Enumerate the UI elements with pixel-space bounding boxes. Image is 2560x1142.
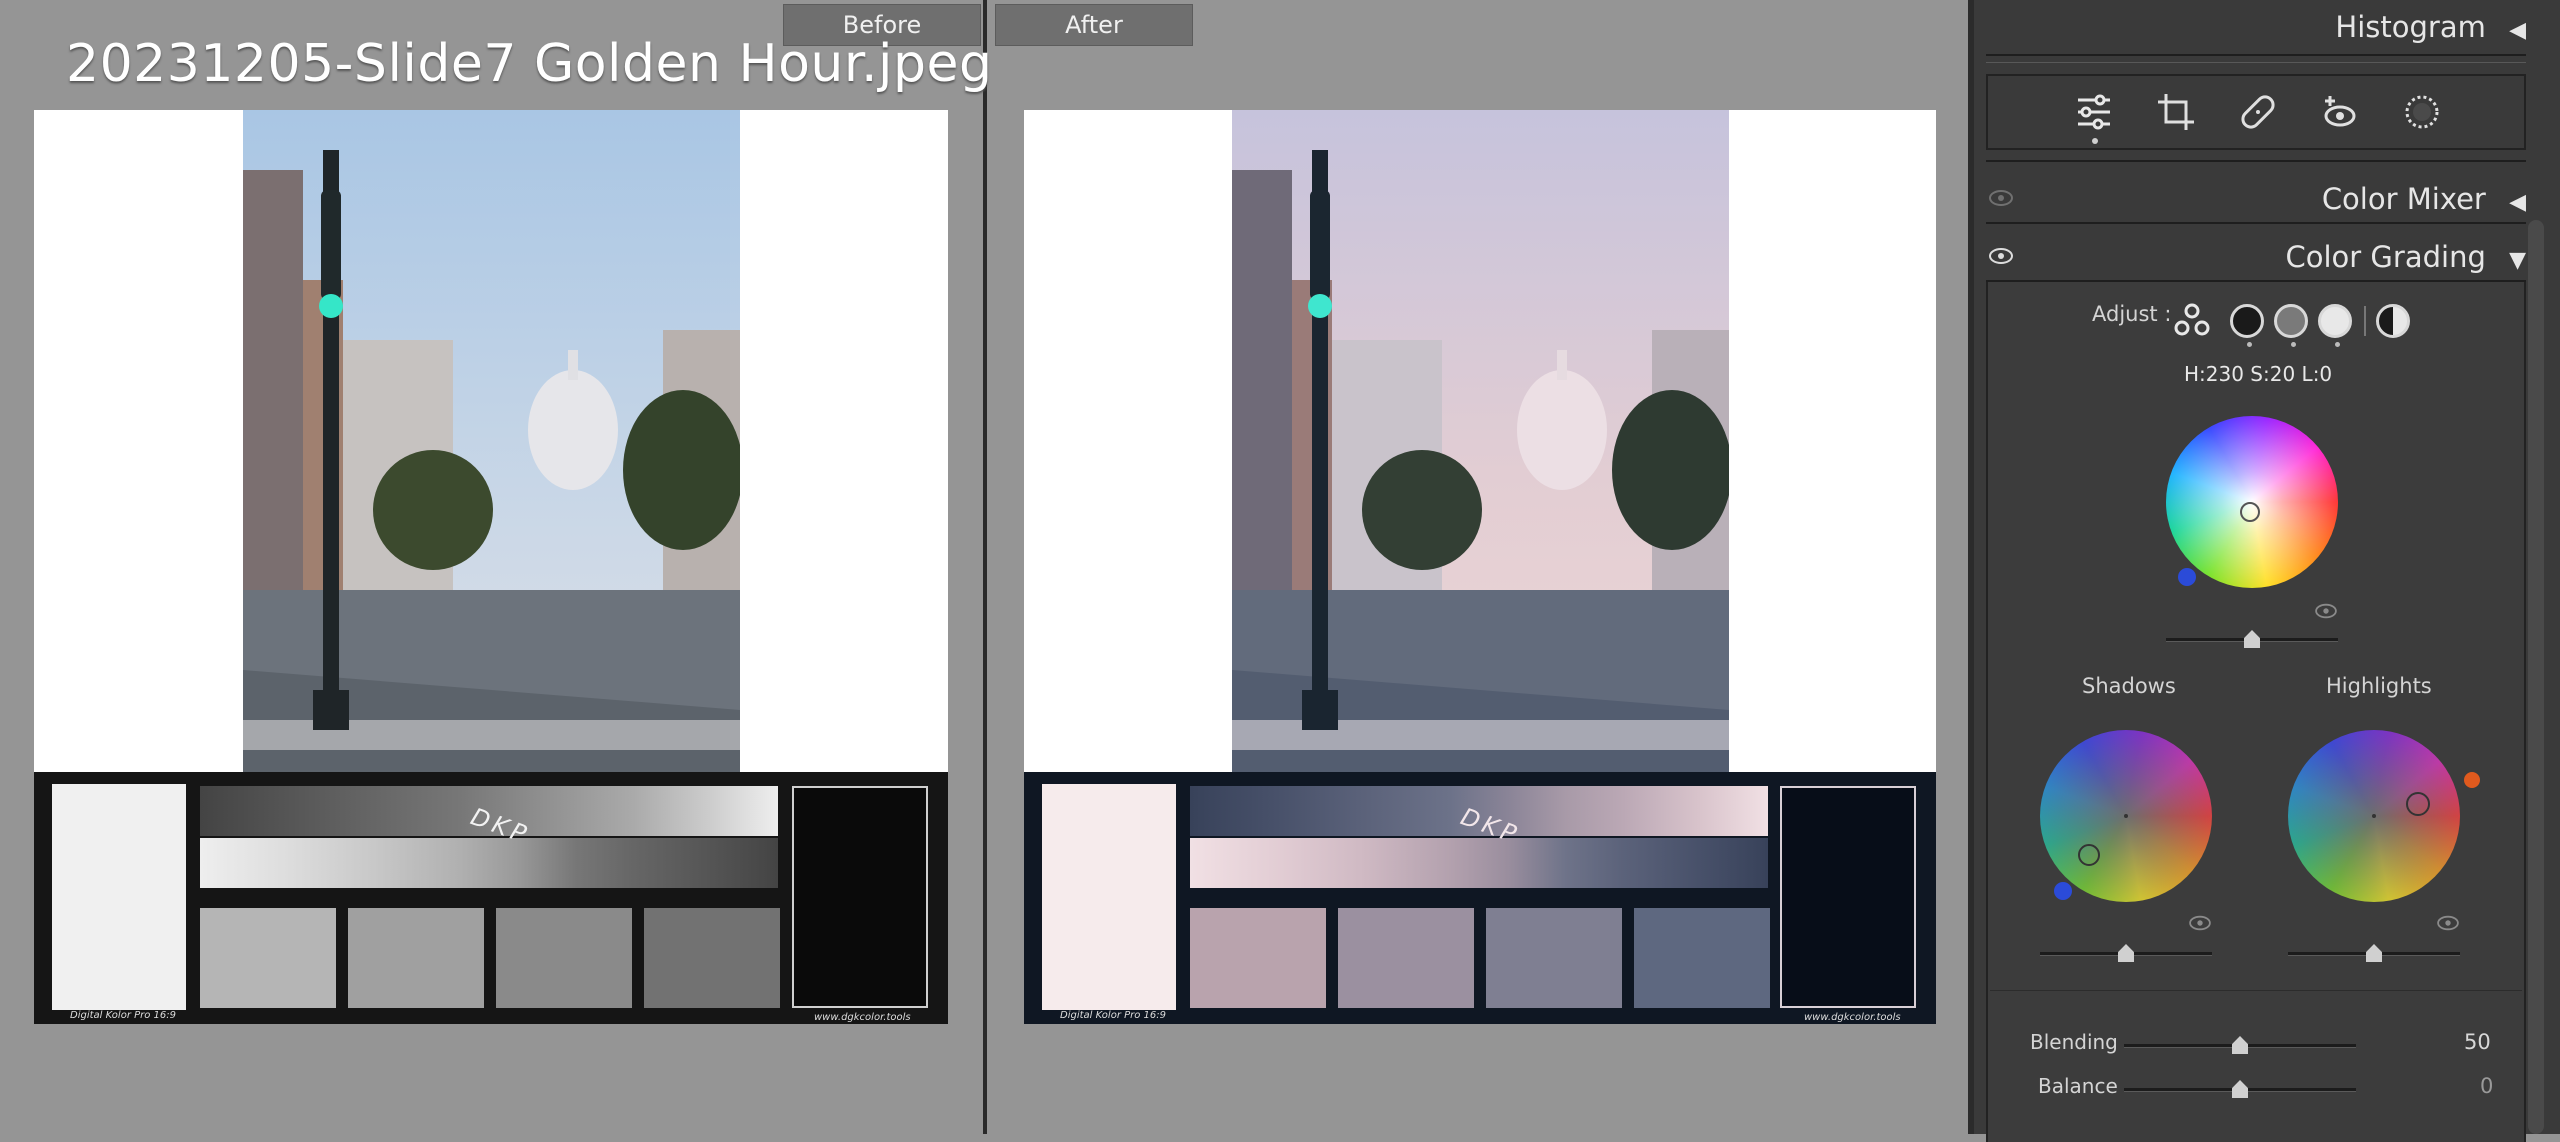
highlights-hue-marker[interactable] xyxy=(2464,772,2480,788)
color-mixer-label: Color Mixer xyxy=(2321,182,2486,216)
color-grading-label: Color Grading xyxy=(2285,240,2486,274)
card-url: www.dgkcolor.tools xyxy=(1804,1012,1901,1023)
midtones-mode-button[interactable] xyxy=(2274,304,2308,338)
after-photo[interactable] xyxy=(1232,110,1729,772)
triangle-left-icon: ◀ xyxy=(2509,18,2526,43)
highlights-mode-button[interactable] xyxy=(2318,304,2352,338)
healing-bandage-icon[interactable] xyxy=(2238,92,2278,132)
blending-label: Blending xyxy=(2030,1030,2118,1054)
divider xyxy=(1990,990,2522,991)
hsl-readout: H:230 S:20 L:0 xyxy=(2184,362,2333,386)
card-black-patch xyxy=(1780,786,1916,1008)
red-eye-icon[interactable] xyxy=(2320,92,2360,132)
card-swatch-3 xyxy=(496,908,632,1008)
eye-icon[interactable] xyxy=(2188,914,2212,932)
card-url: www.dgkcolor.tools xyxy=(814,1012,911,1023)
before-photo[interactable] xyxy=(243,110,740,772)
wheel-handle[interactable] xyxy=(2240,502,2260,522)
card-white-patch xyxy=(52,784,186,1010)
panel-scrollbar[interactable] xyxy=(2528,220,2544,1134)
shadows-hue-marker[interactable] xyxy=(2054,882,2072,900)
divider xyxy=(1986,160,2526,162)
color-grading-section xyxy=(1986,282,2526,1142)
color-grading-header[interactable]: Color Grading ▼ xyxy=(1986,240,2527,274)
balance-value[interactable]: 0 xyxy=(2480,1074,2493,1098)
masking-icon[interactable] xyxy=(2402,92,2442,132)
image-filename: 20231205-Slide7 Golden Hour.jpeg xyxy=(66,34,993,94)
divider xyxy=(1986,222,2526,224)
card-gray-row-2 xyxy=(1190,838,1768,888)
three-way-mode-icon[interactable] xyxy=(2172,302,2212,338)
card-brand: Digital Kolor Pro 16:9 xyxy=(1060,1010,1167,1021)
card-swatch-4 xyxy=(1634,908,1770,1008)
tool-strip xyxy=(1986,74,2526,150)
mode-indicator xyxy=(2247,342,2252,347)
histogram-label: Histogram xyxy=(2335,10,2486,44)
card-brand: Digital Kolor Pro 16:9 xyxy=(70,1010,177,1021)
highlights-label: Highlights xyxy=(2326,674,2432,698)
histogram-header[interactable]: Histogram ◀ xyxy=(1986,10,2526,44)
card-swatch-2 xyxy=(1338,908,1474,1008)
crop-icon[interactable] xyxy=(2156,92,2196,132)
wheel-center-dot xyxy=(2124,814,2128,818)
active-tool-indicator xyxy=(2092,138,2098,144)
edit-sliders-icon[interactable] xyxy=(2074,92,2114,132)
shadows-handle[interactable] xyxy=(2078,844,2100,866)
shadows-label: Shadows xyxy=(2082,674,2176,698)
divider xyxy=(1986,62,2526,63)
card-black-patch xyxy=(792,786,928,1008)
after-label: After xyxy=(995,4,1193,46)
develop-panel: Histogram ◀ Color Mixer ◀ Color Grading … xyxy=(1974,0,2560,1142)
wheel-center-dot xyxy=(2372,814,2376,818)
highlights-handle[interactable] xyxy=(2406,792,2430,816)
balance-label: Balance xyxy=(2038,1074,2118,1098)
divider xyxy=(1986,54,2526,56)
shadows-mode-button[interactable] xyxy=(2230,304,2264,338)
card-white-patch xyxy=(1042,784,1176,1010)
triangle-down-icon: ▼ xyxy=(2509,248,2526,273)
eye-icon[interactable] xyxy=(2314,602,2338,620)
card-swatch-1 xyxy=(200,908,336,1008)
card-swatch-1 xyxy=(1190,908,1326,1008)
color-mixer-header[interactable]: Color Mixer ◀ xyxy=(1986,182,2526,216)
adjust-label: Adjust : xyxy=(2092,302,2172,326)
mode-indicator xyxy=(2291,342,2296,347)
card-swatch-2 xyxy=(348,908,484,1008)
before-after-divider[interactable] xyxy=(983,0,987,1134)
triangle-left-icon: ◀ xyxy=(2509,190,2526,215)
wheel-hue-marker[interactable] xyxy=(2178,568,2196,586)
before-color-card: DKP Digital Kolor Pro 16:9 www.dgkcolor.… xyxy=(34,772,948,1024)
card-gray-row-2 xyxy=(200,838,778,888)
card-swatch-3 xyxy=(1486,908,1622,1008)
after-color-card: DKP Digital Kolor Pro 16:9 www.dgkcolor.… xyxy=(1024,772,1936,1024)
card-swatch-4 xyxy=(644,908,780,1008)
eye-icon[interactable] xyxy=(2436,914,2460,932)
global-mode-button[interactable] xyxy=(2376,304,2410,338)
mode-indicator xyxy=(2335,342,2340,347)
blending-value[interactable]: 50 xyxy=(2464,1030,2491,1054)
separator xyxy=(2364,306,2366,336)
